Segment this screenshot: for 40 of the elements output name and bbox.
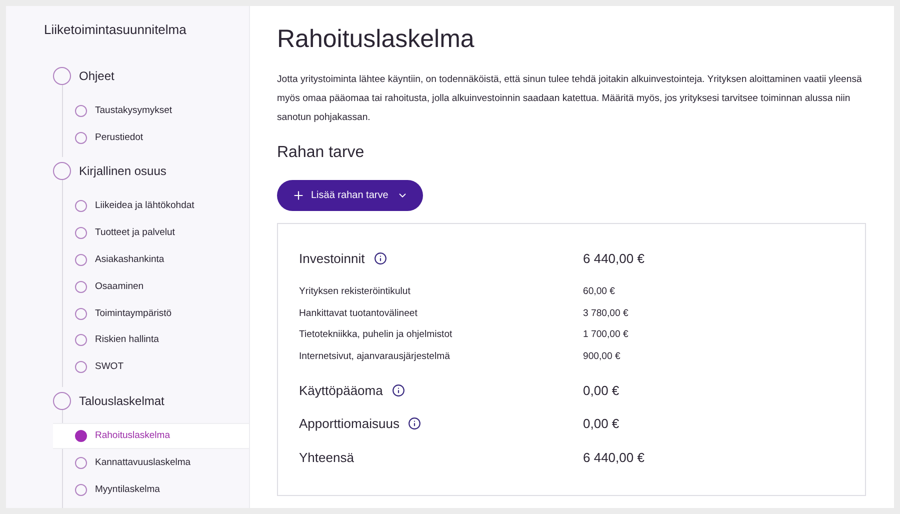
sidebar-item[interactable]: Toimintaympäristö bbox=[53, 300, 249, 328]
sidebar-section[interactable]: Ohjeet bbox=[53, 62, 249, 90]
row-label: Käyttöpääoma bbox=[299, 382, 383, 400]
row-label: Yrityksen rekisteröintikulut bbox=[299, 285, 410, 300]
info-icon[interactable] bbox=[374, 252, 387, 266]
sidebar-item[interactable]: Riskien hallinta bbox=[53, 327, 249, 354]
row-value: 6 440,00 € bbox=[583, 250, 644, 268]
sidebar-section[interactable]: Kirjallinen osuus bbox=[53, 157, 249, 186]
info-icon[interactable] bbox=[392, 384, 405, 397]
row-label: Investoinnit bbox=[299, 250, 365, 268]
row-value: 60,00 € bbox=[583, 285, 616, 300]
row-value: 1 700,00 € bbox=[583, 328, 628, 342]
plus-icon bbox=[292, 189, 305, 202]
sidebar-item[interactable]: Taustakysymykset bbox=[53, 98, 249, 124]
sidebar-item[interactable]: Myyntilaskelma bbox=[53, 476, 249, 504]
row-label: Internetsivut, ajanvarausjärjestelmä bbox=[299, 350, 450, 364]
row-value: 0,00 € bbox=[583, 415, 620, 433]
page-title: Rahoituslaskelma bbox=[277, 24, 476, 54]
sidebar-item[interactable]: Rahoituslaskelma bbox=[53, 422, 249, 450]
row-label: Tietotekniikka, puhelin ja ohjelmistot bbox=[299, 328, 452, 342]
row-value: 900,00 € bbox=[583, 350, 620, 364]
sidebar-item[interactable]: Perustiedot bbox=[53, 124, 249, 152]
info-icon[interactable] bbox=[408, 417, 422, 430]
intro-paragraph: Jotta yritystoiminta lähtee käyntiin, on todennäköistä, että sinun tulee tehdä joitakin alkuinvestointeja. Yrityksen aloittaminen vaatii yleensä myös omaa pääomaa tai rahoitusta, jolla alkuinvestoinnin saadaan katettua. Määritä myös, jos yrityksesi tarvitsee toiminnan alussa niin sanotun pohjakassan. bbox=[277, 73, 863, 125]
sidebar-title: Liiketoimintasuunnitelma bbox=[44, 21, 188, 39]
row-value: 0,00 € bbox=[583, 382, 620, 400]
sidebar-item[interactable]: Osaaminen bbox=[53, 273, 249, 300]
sidebar-section[interactable]: Talouslaskelmat bbox=[53, 386, 249, 415]
row-value: 6 440,00 € bbox=[583, 448, 644, 466]
section-heading: Rahan tarve bbox=[277, 143, 366, 163]
row-label: Hankittavat tuotantovälineet bbox=[299, 306, 418, 321]
row-value: 3 780,00 € bbox=[583, 306, 628, 321]
sidebar-item[interactable]: SWOT bbox=[53, 354, 249, 381]
sidebar-item[interactable]: Asiakashankinta bbox=[53, 246, 249, 274]
row-label: Apporttiomaisuus bbox=[299, 415, 400, 433]
sidebar-item[interactable]: Tuotteet ja palvelut bbox=[53, 220, 249, 247]
add-button[interactable]: Lisää rahan tarve bbox=[277, 180, 424, 211]
sidebar-item[interactable]: Liikeidea ja lähtökohdat bbox=[53, 193, 249, 220]
sidebar-item[interactable]: Kannattavuuslaskelma bbox=[53, 449, 249, 476]
row-label: Yhteensä bbox=[299, 448, 354, 466]
